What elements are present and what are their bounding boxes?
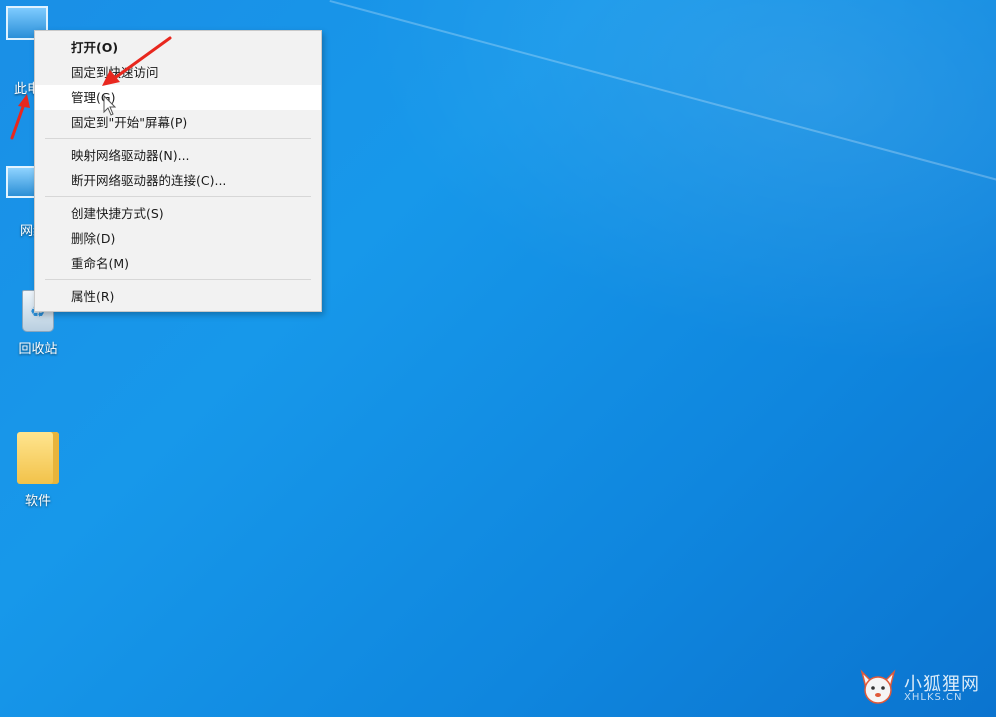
desktop-icon-label: 软件	[24, 494, 51, 509]
folder-icon	[17, 432, 59, 484]
arrow-to-this-pc-icon	[10, 94, 30, 140]
menu-item-delete[interactable]: 删除(D)	[35, 226, 321, 251]
menu-item-disconnect-network-drive[interactable]: 断开网络驱动器的连接(C)...	[35, 168, 321, 193]
watermark: 小狐狸网 XHLKS.CN	[858, 668, 990, 710]
menu-item-open[interactable]: 打开(O)	[35, 35, 321, 60]
desktop-light-glow	[215, 0, 996, 468]
menu-item-manage[interactable]: 管理(G)	[35, 85, 321, 110]
watermark-subtext: XHLKS.CN	[904, 692, 963, 703]
menu-separator	[45, 196, 311, 197]
menu-separator	[45, 279, 311, 280]
menu-item-pin-start[interactable]: 固定到"开始"屏幕(P)	[35, 110, 321, 135]
menu-item-pin-quick-access[interactable]: 固定到快速访问	[35, 60, 321, 85]
menu-separator	[45, 138, 311, 139]
context-menu: 打开(O) 固定到快速访问 管理(G) 固定到"开始"屏幕(P) 映射网络驱动器…	[34, 30, 322, 312]
fox-logo-icon	[860, 669, 896, 704]
menu-item-create-shortcut[interactable]: 创建快捷方式(S)	[35, 201, 321, 226]
menu-item-properties[interactable]: 属性(R)	[35, 284, 321, 309]
desktop-icon-software-folder[interactable]: 软件	[2, 432, 74, 509]
desktop-icon-label: 回收站	[18, 342, 58, 357]
menu-item-map-network-drive[interactable]: 映射网络驱动器(N)...	[35, 143, 321, 168]
menu-item-rename[interactable]: 重命名(M)	[35, 251, 321, 276]
